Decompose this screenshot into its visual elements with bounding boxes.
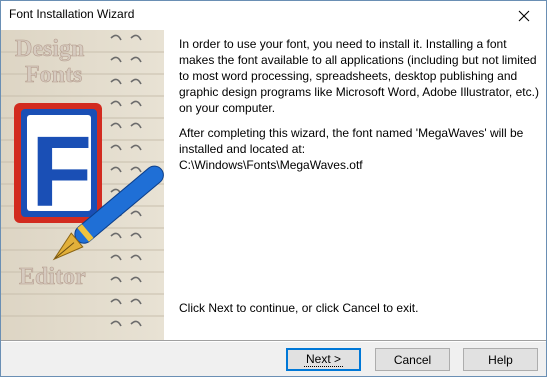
wizard-content: Design Fonts Editor F In order to use yo… <box>1 30 546 340</box>
install-description: In order to use your font, you need to i… <box>179 37 539 115</box>
help-button-label: Help <box>488 352 513 367</box>
next-button-label: Next > <box>303 352 343 367</box>
install-location-info: After completing this wizard, the font n… <box>179 125 541 173</box>
wizard-text-area: In order to use your font, you need to i… <box>179 30 541 340</box>
cancel-button[interactable]: Cancel <box>375 348 450 371</box>
design-fonts-editor-logo: Design Fonts Editor F <box>1 30 164 340</box>
logo-word-fonts: Fonts <box>25 62 82 88</box>
button-bar: Next > Cancel Help <box>1 342 546 376</box>
side-banner-image: Design Fonts Editor F <box>1 30 164 340</box>
cancel-button-label: Cancel <box>393 352 432 367</box>
help-button[interactable]: Help <box>463 348 538 371</box>
logo-word-design: Design <box>15 36 84 62</box>
window-title: Font Installation Wizard <box>9 7 135 21</box>
close-button[interactable] <box>502 1 546 30</box>
wizard-window: Font Installation Wizard Design Fonts Ed… <box>0 0 547 377</box>
title-bar[interactable]: Font Installation Wizard <box>1 1 546 30</box>
logo-word-editor: Editor <box>19 264 86 290</box>
close-icon <box>518 10 530 21</box>
continue-instruction: Click Next to continue, or click Cancel … <box>179 301 419 315</box>
install-path: C:\Windows\Fonts\MegaWaves.otf <box>179 158 363 172</box>
logo-letter-f: F <box>31 116 92 228</box>
install-location-text: After completing this wizard, the font n… <box>179 126 524 156</box>
next-button[interactable]: Next > <box>286 348 361 371</box>
